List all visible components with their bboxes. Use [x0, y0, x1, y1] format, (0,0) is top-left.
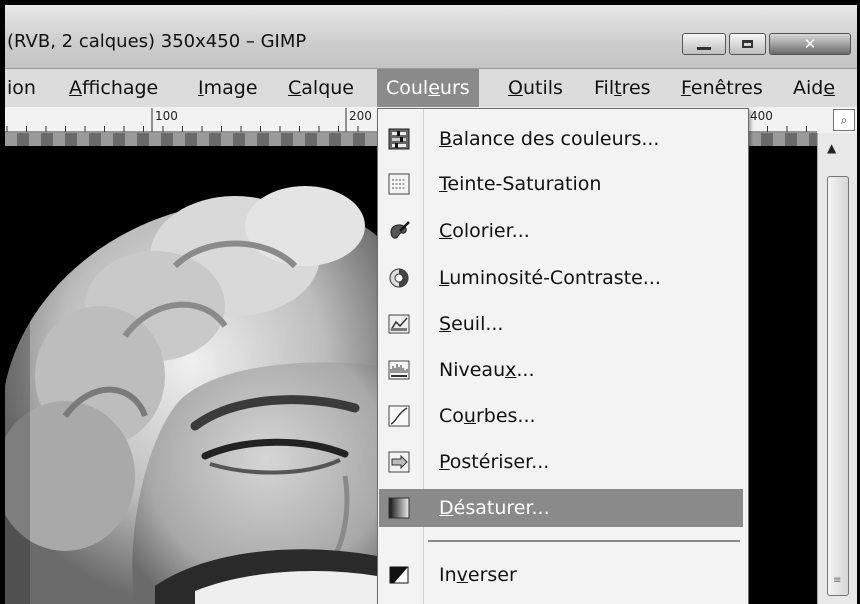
vertical-scrollbar[interactable]: ▲ ≡: [817, 133, 857, 604]
menu-item-inverser[interactable]: Inverser: [379, 556, 743, 594]
menu-affichage[interactable]: Affichage: [69, 77, 158, 99]
menu-mnemonic: A: [69, 77, 82, 99]
menu-label: urs: [439, 77, 470, 99]
hue-saturation-icon: [388, 173, 410, 195]
menu-item-balance-des-couleurs[interactable]: Balance des couleurs...: [379, 120, 743, 158]
window-title: (RVB, 2 calques) 350x450 – GIMP: [7, 31, 307, 52]
menu-edition[interactable]: ion: [7, 77, 36, 99]
menu-label: Aid: [793, 77, 824, 99]
menu-mnemonic: F: [681, 77, 691, 99]
menu-aide[interactable]: Aide: [793, 77, 835, 99]
menu-item-label: Balance des couleurs...: [439, 128, 660, 150]
menu-bar: ion Affichage Image Calque Couleurs Outi…: [5, 69, 857, 107]
menu-item-niveaux[interactable]: Niveaux...: [379, 351, 743, 389]
curves-icon: [388, 405, 410, 427]
menu-item-label: Inverser: [439, 564, 517, 586]
menu-mnemonic: O: [508, 77, 523, 99]
menu-item-label: Colorier...: [439, 220, 530, 242]
menu-item-cut-off[interactable]: [379, 597, 743, 604]
menu-item-label: Postériser...: [439, 451, 550, 473]
desaturate-icon: [388, 497, 410, 519]
grip-icon: ≡: [833, 575, 842, 586]
menu-fenetres[interactable]: Fenêtres: [681, 77, 763, 99]
ruler-label-200: 200: [349, 109, 372, 123]
zoom-icon[interactable]: ⌕: [833, 109, 855, 131]
menu-label: res: [621, 77, 651, 99]
menu-mnemonic: e: [823, 77, 836, 99]
menu-item-desaturer[interactable]: Désaturer...: [379, 489, 743, 527]
menu-image[interactable]: Image: [198, 77, 258, 99]
menu-label: ion: [7, 77, 36, 99]
ruler-label-400: 400: [750, 109, 773, 123]
scrollbar-thumb[interactable]: ≡: [827, 176, 849, 596]
menu-item-label: Désaturer...: [439, 497, 550, 519]
couleurs-menu: Balance des couleurs... Teinte-Saturatio…: [377, 108, 749, 604]
color-balance-icon: [388, 128, 410, 150]
menu-label: mage: [203, 77, 258, 99]
gimp-window: (RVB, 2 calques) 350x450 – GIMP ✕ ion Af…: [5, 5, 857, 604]
title-bar: (RVB, 2 calques) 350x450 – GIMP ✕: [5, 5, 857, 69]
menu-outils[interactable]: Outils: [508, 77, 563, 99]
close-button[interactable]: ✕: [769, 33, 851, 55]
menu-label: enêtres: [690, 77, 763, 99]
menu-item-luminosite-contraste[interactable]: Luminosité-Contraste...: [379, 259, 743, 297]
menu-item-colorier[interactable]: Colorier...: [379, 212, 743, 250]
menu-item-teinte-saturation[interactable]: Teinte-Saturation: [379, 165, 743, 203]
close-icon: ✕: [803, 35, 817, 53]
scroll-up-arrow-icon[interactable]: ▲: [827, 141, 836, 155]
menu-item-label: Luminosité-Contraste...: [439, 267, 661, 289]
minimize-button[interactable]: [682, 33, 726, 55]
menu-mnemonic: e: [428, 77, 440, 99]
minimize-icon: [683, 34, 725, 54]
menu-mnemonic: t: [614, 77, 622, 99]
menu-filtres[interactable]: Filtres: [594, 77, 651, 99]
menu-label: Fil: [594, 77, 615, 99]
menu-item-seuil[interactable]: Seuil...: [379, 305, 743, 343]
menu-label: alque: [301, 77, 354, 99]
menu-item-label: Seuil...: [439, 313, 504, 335]
colorize-icon: [390, 221, 410, 239]
menu-item-label: Teinte-Saturation: [439, 173, 602, 195]
posterize-icon: [388, 451, 410, 473]
menu-item-label: Niveaux...: [439, 359, 535, 381]
menu-item-posteriser[interactable]: Postériser...: [379, 443, 743, 481]
invert-icon: [389, 566, 409, 584]
menu-label: utils: [522, 77, 563, 99]
threshold-icon: [388, 314, 410, 334]
menu-label: Coul: [386, 77, 429, 99]
menu-calque[interactable]: Calque: [288, 77, 354, 99]
menu-couleurs[interactable]: Couleurs: [377, 69, 479, 107]
brightness-contrast-icon: [389, 268, 409, 288]
maximize-button[interactable]: [729, 33, 766, 55]
menu-item-label: Courbes...: [439, 405, 536, 427]
maximize-icon: [730, 34, 765, 54]
levels-icon: [388, 360, 410, 380]
menu-item-courbes[interactable]: Courbes...: [379, 397, 743, 435]
menu-label: ffichage: [82, 77, 159, 99]
menu-mnemonic: C: [288, 77, 302, 99]
menu-separator: [428, 540, 740, 542]
ruler-label-100: 100: [155, 109, 178, 123]
